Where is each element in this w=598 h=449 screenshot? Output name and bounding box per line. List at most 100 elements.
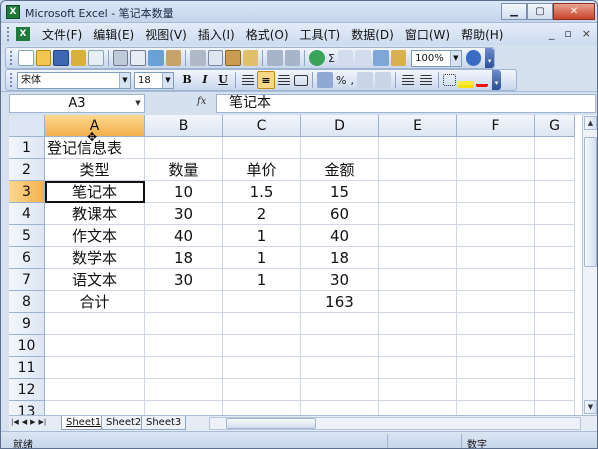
copy-icon[interactable] [207,50,224,66]
row-header-12[interactable]: 12 [9,379,45,401]
underline-button[interactable]: U [214,71,232,89]
menu-data[interactable]: 数据(D) [347,26,398,43]
cell-a4[interactable]: 教课本 [45,203,145,225]
toolbar-grip[interactable] [10,51,13,65]
align-right-icon[interactable] [278,74,290,86]
font-size-select[interactable]: 18 ▼ [134,71,174,89]
hyperlink-icon[interactable] [309,50,325,66]
borders-icon[interactable] [442,74,456,86]
menu-insert[interactable]: 插入(I) [194,26,239,43]
cell-g11[interactable] [535,357,575,379]
sort-asc-icon[interactable] [337,50,354,66]
cell-d7[interactable]: 30 [301,269,379,291]
cell-d9[interactable] [301,313,379,335]
decrease-indent-icon[interactable] [401,74,414,86]
help-icon[interactable] [465,50,482,66]
cell-a3[interactable]: 笔记本 [45,181,145,203]
cell-c10[interactable] [223,335,301,357]
cell-f12[interactable] [457,379,535,401]
cell-b6[interactable]: 18 [145,247,223,269]
menu-grip[interactable] [7,27,10,41]
cell-g13[interactable] [535,401,575,415]
scroll-up-icon[interactable]: ▲ [584,116,597,130]
cell-f13[interactable] [457,401,535,415]
cell-d8[interactable]: 163 [301,291,379,313]
fill-color-icon[interactable] [457,72,474,88]
cell-b11[interactable] [145,357,223,379]
prev-sheet-icon[interactable]: ◀ [22,418,27,426]
sort-desc-icon[interactable] [355,50,372,66]
menu-view[interactable]: 视图(V) [141,26,191,43]
column-header-e[interactable]: E [379,115,457,137]
cell-e8[interactable] [379,291,457,313]
cell-d4[interactable]: 60 [301,203,379,225]
doc-restore-button[interactable]: ▫ [564,27,571,40]
cell-b4[interactable]: 30 [145,203,223,225]
formula-input[interactable]: 笔记本 [216,94,596,113]
vertical-scrollbar[interactable]: ▲ ▼ [582,115,597,415]
chevron-down-icon[interactable]: ▼ [162,72,173,88]
cell-a11[interactable] [45,357,145,379]
zoom-select[interactable]: 100% ▼ [411,49,462,67]
increase-decimal-icon[interactable] [356,72,373,88]
row-header-13[interactable]: 13 [9,401,45,415]
menu-help[interactable]: 帮助(H) [457,26,507,43]
doc-minimize-button[interactable]: _ [549,27,555,40]
worksheet-grid[interactable]: A B C D E F G 1 登记信息表 2 类型 数量 单价 金额 3 笔记本 10 1.5 15 4 教课本 30 2… [9,115,582,415]
paste-icon[interactable] [225,50,241,66]
cell-e6[interactable] [379,247,457,269]
cell-c9[interactable] [223,313,301,335]
drawing-icon[interactable] [390,50,407,66]
cell-f4[interactable] [457,203,535,225]
cell-f8[interactable] [457,291,535,313]
cell-a12[interactable] [45,379,145,401]
cell-e13[interactable] [379,401,457,415]
align-left-icon[interactable] [242,74,254,86]
cell-g6[interactable] [535,247,575,269]
cell-d2[interactable]: 金额 [301,159,379,181]
row-header-10[interactable]: 10 [9,335,45,357]
cell-a13[interactable] [45,401,145,415]
cell-f5[interactable] [457,225,535,247]
save-icon[interactable] [53,50,69,66]
minimize-button[interactable]: ▁ [501,3,527,20]
menu-window[interactable]: 窗口(W) [401,26,454,43]
percent-icon[interactable]: % [336,74,346,87]
undo-icon[interactable] [267,50,283,66]
permission-icon[interactable] [70,50,87,66]
open-icon[interactable] [35,50,52,66]
cell-d11[interactable] [301,357,379,379]
chevron-down-icon[interactable]: ▼ [119,72,130,88]
cell-b2[interactable]: 数量 [145,159,223,181]
cell-f2[interactable] [457,159,535,181]
cell-d1[interactable] [301,137,379,159]
cell-f6[interactable] [457,247,535,269]
cell-f7[interactable] [457,269,535,291]
cell-b9[interactable] [145,313,223,335]
cell-g2[interactable] [535,159,575,181]
chevron-down-icon[interactable]: ▼ [449,50,461,66]
name-box[interactable]: A3 ▼ [9,94,145,113]
next-sheet-icon[interactable]: ▶ [30,418,35,426]
toolbar-options-icon[interactable]: ▾ [485,48,495,68]
document-icon[interactable]: X [16,27,30,41]
scroll-down-icon[interactable]: ▼ [584,400,597,414]
cell-c1[interactable] [223,137,301,159]
cell-a10[interactable] [45,335,145,357]
cell-c5[interactable]: 1 [223,225,301,247]
print-icon[interactable] [112,50,129,66]
cell-e12[interactable] [379,379,457,401]
cell-c3[interactable]: 1.5 [223,181,301,203]
cell-d12[interactable] [301,379,379,401]
cell-b12[interactable] [145,379,223,401]
cell-e1[interactable] [379,137,457,159]
cell-g10[interactable] [535,335,575,357]
cell-c2[interactable]: 单价 [223,159,301,181]
cell-d13[interactable] [301,401,379,415]
cell-g7[interactable] [535,269,575,291]
cell-d10[interactable] [301,335,379,357]
column-header-d[interactable]: D [301,115,379,137]
format-painter-icon[interactable] [242,50,259,66]
row-header-5[interactable]: 5 [9,225,45,247]
cell-e9[interactable] [379,313,457,335]
